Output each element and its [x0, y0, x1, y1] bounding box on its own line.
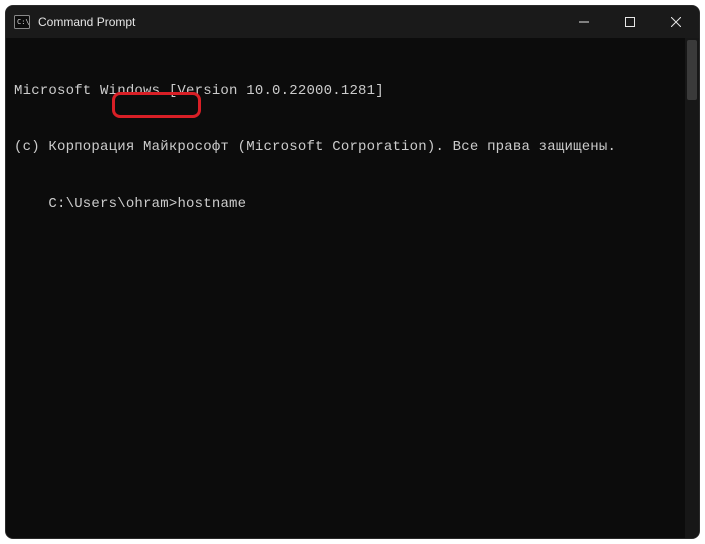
vertical-scrollbar[interactable]: [685, 38, 699, 538]
prompt-path: C:\Users\ohram: [48, 196, 168, 212]
window-title: Command Prompt: [38, 15, 135, 29]
copyright-line: (c) Корпорация Майкрософт (Microsoft Cor…: [14, 138, 691, 157]
terminal-area[interactable]: Microsoft Windows [Version 10.0.22000.12…: [6, 38, 699, 538]
scrollbar-thumb[interactable]: [687, 40, 697, 100]
window-controls: [561, 6, 699, 38]
typed-command: hostname: [177, 196, 246, 212]
svg-text:C:\: C:\: [17, 18, 30, 26]
close-button[interactable]: [653, 6, 699, 38]
minimize-button[interactable]: [561, 6, 607, 38]
command-prompt-window: C:\ Command Prompt Microsoft Windows [Ve…: [5, 5, 700, 539]
titlebar[interactable]: C:\ Command Prompt: [6, 6, 699, 38]
cmd-icon: C:\: [14, 14, 30, 30]
prompt-line: C:\Users\ohram>hostname: [48, 195, 246, 214]
maximize-button[interactable]: [607, 6, 653, 38]
version-line: Microsoft Windows [Version 10.0.22000.12…: [14, 82, 691, 101]
